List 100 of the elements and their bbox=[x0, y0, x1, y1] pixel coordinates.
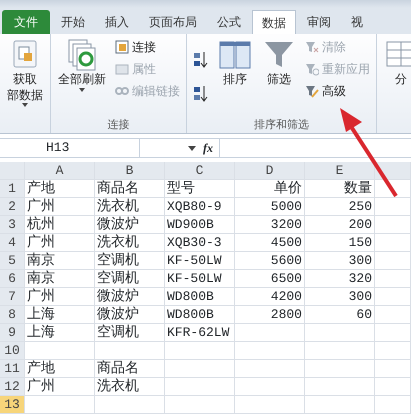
table-cell: 型号 bbox=[165, 180, 235, 198]
row-header[interactable]: 4 bbox=[0, 234, 25, 252]
ribbon-button[interactable]: 筛选 bbox=[259, 36, 299, 117]
ribbon-tab[interactable]: 审阅 bbox=[298, 10, 340, 34]
ribbon-button[interactable]: 连接 bbox=[113, 36, 182, 58]
table-cell: 微波炉 bbox=[95, 216, 165, 234]
row-header[interactable]: 9 bbox=[0, 324, 25, 342]
button-label: 获取 bbox=[13, 72, 37, 88]
table-cell bbox=[375, 198, 411, 216]
table-cell: XQB30-3 bbox=[165, 234, 235, 252]
table-cell bbox=[375, 234, 411, 252]
ribbon-tab[interactable]: 数据 bbox=[252, 10, 296, 34]
table-cell bbox=[25, 342, 95, 360]
ribbon-tab[interactable]: 插入 bbox=[96, 10, 138, 34]
ribbon-tab[interactable]: 视 bbox=[342, 10, 372, 34]
table-cell bbox=[375, 360, 411, 378]
table-cell bbox=[375, 378, 411, 396]
table-cell: 3200 bbox=[235, 216, 305, 234]
row-header[interactable]: 2 bbox=[0, 198, 25, 216]
advanced-filter-icon bbox=[305, 84, 319, 98]
ribbon-tab[interactable]: 开始 bbox=[52, 10, 94, 34]
table-cell bbox=[165, 360, 235, 378]
table-cell: 商品名 bbox=[95, 360, 165, 378]
link-icon bbox=[115, 84, 129, 98]
name-box[interactable]: H13 bbox=[0, 139, 140, 157]
properties-icon bbox=[115, 62, 129, 76]
table-cell: KF-50LW bbox=[165, 270, 235, 288]
row-header[interactable]: 7 bbox=[0, 288, 25, 306]
column-header[interactable]: E bbox=[305, 162, 375, 180]
table-cell: 6500 bbox=[235, 270, 305, 288]
row-header[interactable]: 10 bbox=[0, 342, 25, 360]
ribbon-button[interactable]: 全部刷新 bbox=[55, 36, 109, 117]
ribbon-button[interactable]: 排序 bbox=[215, 36, 255, 117]
table-cell bbox=[375, 288, 411, 306]
group-label: 连接 bbox=[106, 117, 130, 133]
table-cell: 4500 bbox=[235, 234, 305, 252]
table-cell bbox=[165, 396, 235, 414]
table-cell: 洗衣机 bbox=[95, 378, 165, 396]
table-cell bbox=[235, 360, 305, 378]
row-header[interactable]: 5 bbox=[0, 252, 25, 270]
column-header[interactable]: D bbox=[235, 162, 305, 180]
table-cell bbox=[305, 378, 375, 396]
row-header[interactable]: 12 bbox=[0, 378, 25, 396]
ribbon-button[interactable]: 获取 部数据 bbox=[4, 36, 46, 117]
table-cell bbox=[375, 180, 411, 198]
ribbon-tab[interactable]: 页面布局 bbox=[140, 10, 206, 34]
table-cell: KF-50LW bbox=[165, 252, 235, 270]
insert-function-button[interactable]: fx bbox=[203, 139, 213, 157]
reapply-icon bbox=[305, 62, 319, 76]
table-cell: 250 bbox=[305, 198, 375, 216]
ribbon-button[interactable]: 高级 bbox=[303, 80, 372, 102]
ribbon-tab[interactable]: 文件 bbox=[2, 10, 50, 34]
table-cell: 商品名 bbox=[95, 180, 165, 198]
table-cell: 300 bbox=[305, 252, 375, 270]
row-header[interactable]: 1 bbox=[0, 180, 25, 198]
table-cell: 5600 bbox=[235, 252, 305, 270]
table-cell bbox=[165, 342, 235, 360]
table-cell bbox=[235, 378, 305, 396]
table-cell bbox=[305, 324, 375, 342]
ribbon-tab[interactable]: 公式 bbox=[208, 10, 250, 34]
row-header[interactable]: 11 bbox=[0, 360, 25, 378]
row-header[interactable]: 6 bbox=[0, 270, 25, 288]
clear-filter-icon bbox=[305, 40, 319, 54]
table-cell bbox=[375, 216, 411, 234]
table-cell bbox=[305, 396, 375, 414]
table-cell bbox=[235, 342, 305, 360]
table-cell bbox=[235, 396, 305, 414]
sort-icon bbox=[193, 85, 209, 102]
table-cell: WD800B bbox=[165, 306, 235, 324]
table-cell: 200 bbox=[305, 216, 375, 234]
table-cell: 320 bbox=[305, 270, 375, 288]
table-cell: 产地 bbox=[25, 360, 95, 378]
table-cell: 150 bbox=[305, 234, 375, 252]
table-cell: WD900B bbox=[165, 216, 235, 234]
table-cell: 2800 bbox=[235, 306, 305, 324]
table-cell: 广州 bbox=[25, 234, 95, 252]
table-cell: 产地 bbox=[25, 180, 95, 198]
column-header[interactable]: C bbox=[165, 162, 235, 180]
button-label: 部数据 bbox=[7, 88, 43, 104]
caret-icon[interactable] bbox=[187, 144, 197, 152]
table-cell bbox=[95, 342, 165, 360]
table-cell: 洗衣机 bbox=[95, 234, 165, 252]
column-header[interactable]: A bbox=[25, 162, 95, 180]
row-header[interactable]: 13 bbox=[0, 396, 25, 414]
table-cell bbox=[235, 324, 305, 342]
table-cell bbox=[375, 324, 411, 342]
table-cell: 5000 bbox=[235, 198, 305, 216]
sort-icon bbox=[193, 50, 209, 68]
table-cell: 空调机 bbox=[95, 270, 165, 288]
ribbon-button[interactable]: 分 bbox=[381, 36, 411, 117]
table-cell: WD800B bbox=[165, 288, 235, 306]
table-cell bbox=[375, 252, 411, 270]
table-cell: 洗衣机 bbox=[95, 198, 165, 216]
column-header[interactable]: B bbox=[95, 162, 165, 180]
group-label: 排序和筛选 bbox=[253, 117, 310, 133]
table-cell: 空调机 bbox=[95, 252, 165, 270]
table-cell bbox=[375, 306, 411, 324]
row-header[interactable]: 8 bbox=[0, 306, 25, 324]
row-header[interactable]: 3 bbox=[0, 216, 25, 234]
table-cell: 杭州 bbox=[25, 216, 95, 234]
